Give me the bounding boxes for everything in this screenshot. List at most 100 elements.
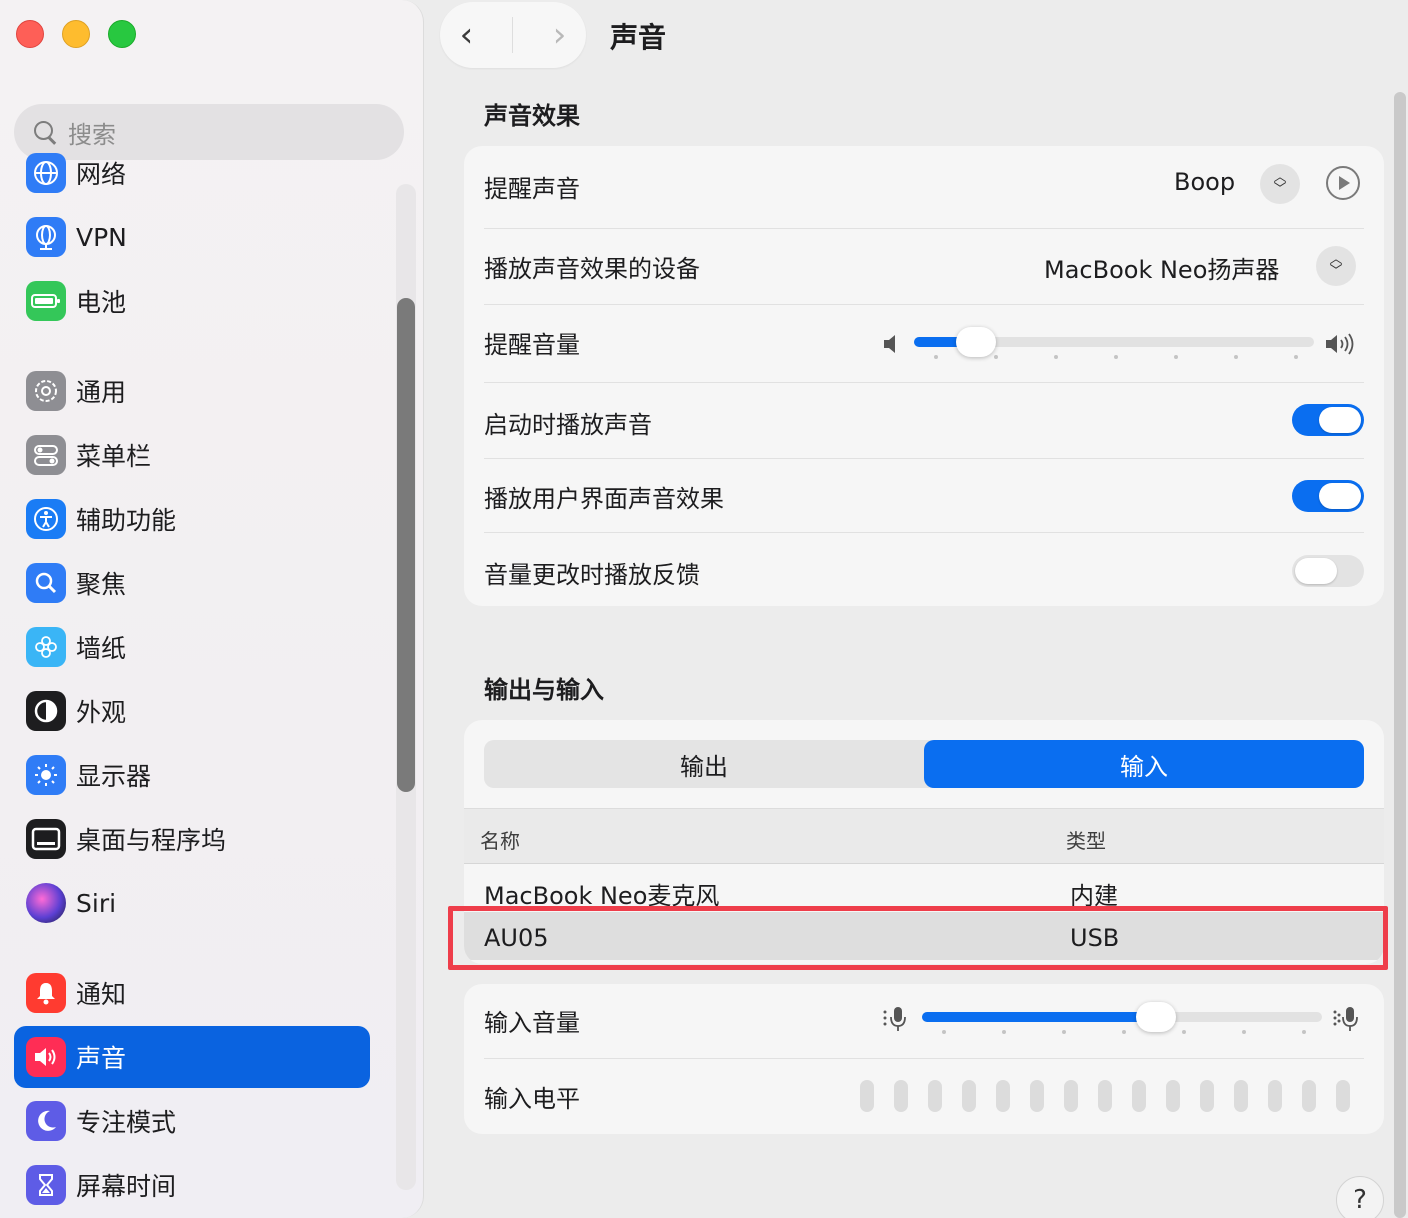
bell-icon <box>26 973 66 1013</box>
page-title: 声音 <box>610 21 667 54</box>
input-level-bar <box>1268 1080 1282 1112</box>
slider-tick <box>934 355 938 359</box>
ui-sound-label: 播放用户界面声音效果 <box>484 484 724 513</box>
slider-tick <box>994 355 998 359</box>
dock-icon <box>26 819 66 859</box>
divider <box>484 382 1364 383</box>
sidebar-item-label: 辅助功能 <box>76 506 177 535</box>
forward-button[interactable]: › <box>553 18 567 52</box>
window-controls <box>16 20 136 48</box>
sidebar-item-sound[interactable]: 声音 <box>14 1026 370 1088</box>
slider-tick <box>1002 1030 1006 1034</box>
input-level-bar <box>860 1080 874 1112</box>
input-volume-knob[interactable] <box>1136 1002 1176 1032</box>
effects-device-stepper[interactable]: ︿ ﹀ <box>1316 246 1356 286</box>
startup-sound-toggle[interactable] <box>1292 404 1364 436</box>
sidebar-item-label: 声音 <box>76 1044 127 1073</box>
sidebar-item-label: Siri <box>76 888 117 918</box>
speaker-high-icon <box>1324 332 1362 360</box>
speaker-low-icon <box>882 332 902 360</box>
sidebar-item-label: 电池 <box>76 288 127 317</box>
sidebar-item-label: 墙纸 <box>76 634 127 663</box>
slider-tick <box>1302 1030 1306 1034</box>
alert-sound-value[interactable]: Boop <box>1174 168 1235 196</box>
sidebar-item-label: VPN <box>76 222 127 252</box>
sidebar-item-general[interactable]: 通用 <box>14 360 370 422</box>
minimize-window-button[interactable] <box>62 20 90 48</box>
slider-tick <box>1054 355 1058 359</box>
accessibility-icon <box>26 499 66 539</box>
ui-sound-toggle[interactable] <box>1292 480 1364 512</box>
mic-low-icon <box>882 1004 910 1038</box>
sidebar-item-notifications[interactable]: 通知 <box>14 962 370 1024</box>
back-button[interactable]: ‹ <box>460 18 474 52</box>
input-level-row: 输入电平 <box>484 1076 1364 1116</box>
close-window-button[interactable] <box>16 20 44 48</box>
sidebar-scrollbar-thumb[interactable] <box>397 298 415 792</box>
chevron-down-icon: ﹀ <box>1273 182 1287 197</box>
output-input-segmented-control: 输出 输入 <box>484 740 1364 788</box>
column-header-name[interactable]: 名称 <box>480 825 520 854</box>
startup-sound-row: 启动时播放声音 <box>484 402 1364 442</box>
input-level-bar <box>894 1080 908 1112</box>
sidebar-item-network[interactable]: 网络 <box>14 142 370 204</box>
input-level-bar <box>962 1080 976 1112</box>
input-level-bar <box>1200 1080 1214 1112</box>
divider <box>484 228 1364 229</box>
volume-feedback-row: 音量更改时播放反馈 <box>484 552 1364 592</box>
slider-tick <box>1114 355 1118 359</box>
slider-tick <box>1234 355 1238 359</box>
vpn-globe-icon <box>26 217 66 257</box>
input-level-bar <box>928 1080 942 1112</box>
sidebar-item-label: 聚焦 <box>76 570 127 599</box>
slider-tick <box>1174 355 1178 359</box>
play-alert-sound-button[interactable] <box>1326 166 1360 200</box>
sidebar-item-vpn[interactable]: VPN <box>14 206 370 268</box>
sidebar-item-accessibility[interactable]: 辅助功能 <box>14 488 370 550</box>
sidebar-item-spotlight[interactable]: 聚焦 <box>14 552 370 614</box>
appearance-circle-icon <box>26 691 66 731</box>
slider-tick <box>1294 355 1298 359</box>
sidebar-item-label: 外观 <box>76 698 127 727</box>
divider <box>484 458 1364 459</box>
toggle-knob <box>1319 407 1361 433</box>
mic-high-icon <box>1332 1004 1362 1038</box>
speaker-icon <box>26 1037 66 1077</box>
sun-display-icon <box>26 755 66 795</box>
effects-device-value[interactable]: MacBook Neo扬声器 <box>1044 250 1279 285</box>
input-volume-label: 输入音量 <box>484 1008 580 1037</box>
battery-icon <box>26 281 66 321</box>
sidebar-item-displays[interactable]: 显示器 <box>14 744 370 806</box>
volume-feedback-toggle[interactable] <box>1292 555 1364 587</box>
sidebar-item-wallpaper[interactable]: 墙纸 <box>14 616 370 678</box>
sidebar-item-desktop-dock[interactable]: 桌面与程序坞 <box>14 808 370 870</box>
sidebar-item-label: 通知 <box>76 980 127 1009</box>
device-table-header: 名称 类型 <box>464 808 1384 864</box>
input-level-bar <box>1234 1080 1248 1112</box>
input-level-bar <box>1030 1080 1044 1112</box>
sidebar-item-focus[interactable]: 专注模式 <box>14 1090 370 1152</box>
globe-icon <box>26 153 66 193</box>
sidebar-item-appearance[interactable]: 外观 <box>14 680 370 742</box>
input-volume-fill <box>922 1012 1156 1022</box>
tab-output[interactable]: 输出 <box>484 740 924 788</box>
sidebar-item-siri[interactable]: Siri <box>14 872 370 934</box>
sidebar-item-screen-time[interactable]: 屏幕时间 <box>14 1154 370 1216</box>
column-header-type[interactable]: 类型 <box>1066 825 1106 854</box>
alert-sound-stepper[interactable]: ︿ ﹀ <box>1260 164 1300 204</box>
navigation-buttons: ‹ › <box>440 2 586 68</box>
main-scrollbar[interactable] <box>1394 92 1406 1218</box>
input-volume-slider[interactable] <box>922 1012 1322 1022</box>
sidebar: 搜索 网络 VPN 电池 通用 菜单栏 辅助功能 聚焦 墙纸 外观 显示器 桌面… <box>0 0 424 1218</box>
ui-sound-row: 播放用户界面声音效果 <box>484 476 1364 516</box>
sidebar-item-menubar[interactable]: 菜单栏 <box>14 424 370 486</box>
startup-sound-label: 启动时播放声音 <box>484 410 652 439</box>
help-button[interactable]: ? <box>1336 1176 1384 1218</box>
zoom-window-button[interactable] <box>108 20 136 48</box>
alert-volume-knob[interactable] <box>956 327 996 357</box>
sidebar-item-battery[interactable]: 电池 <box>14 270 370 332</box>
tab-input[interactable]: 输入 <box>924 740 1364 788</box>
slider-tick <box>1062 1030 1066 1034</box>
sidebar-item-label: 屏幕时间 <box>76 1172 177 1201</box>
nav-divider <box>512 17 514 53</box>
